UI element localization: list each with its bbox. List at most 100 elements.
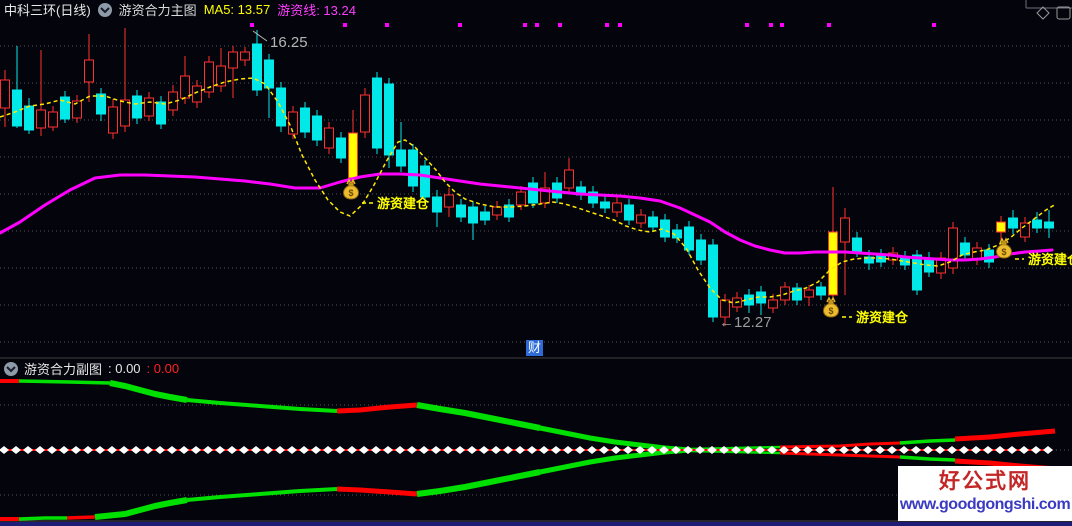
diamond-marker xyxy=(995,446,1005,454)
watermark: 好公式网 www.goodgongshi.com xyxy=(898,466,1072,521)
chevron-down-icon[interactable] xyxy=(4,361,18,376)
diamond-marker xyxy=(59,446,69,454)
diamond-marker xyxy=(563,446,573,454)
diamond-marker xyxy=(143,446,153,454)
diamond-marker xyxy=(95,446,105,454)
candle xyxy=(528,182,538,204)
diamond-marker xyxy=(383,446,393,454)
candle xyxy=(84,59,94,83)
candle xyxy=(444,194,454,208)
diamond-marker xyxy=(11,446,21,454)
diamond-marker xyxy=(467,446,477,454)
candle xyxy=(648,216,658,228)
diamond-marker xyxy=(539,446,549,454)
youzi-line xyxy=(0,172,1054,262)
candle xyxy=(768,299,778,309)
candle xyxy=(132,95,142,119)
diamond-marker xyxy=(71,446,81,454)
diamond-marker xyxy=(599,446,609,454)
svg-text:$: $ xyxy=(1001,247,1006,257)
diamond-marker xyxy=(1031,446,1041,454)
annotation-low: ←12.27 xyxy=(719,314,772,331)
signal-dot xyxy=(827,23,831,27)
diamond-marker xyxy=(119,446,129,454)
candle xyxy=(852,237,862,253)
diamond-marker xyxy=(311,446,321,454)
signal-dot xyxy=(745,23,749,27)
band-segment xyxy=(336,402,418,414)
diamond-marker xyxy=(695,446,705,454)
candle xyxy=(684,226,694,251)
diamond-marker xyxy=(275,446,285,454)
chevron-down-icon[interactable] xyxy=(97,2,112,17)
diamond-marker xyxy=(191,446,201,454)
svg-text:$: $ xyxy=(348,188,353,198)
candle xyxy=(336,137,346,159)
candle xyxy=(1008,217,1018,229)
candle xyxy=(408,149,418,187)
diamond-marker xyxy=(899,446,909,454)
diamond-marker xyxy=(935,446,945,454)
candle xyxy=(828,231,838,296)
band-segment xyxy=(186,398,338,413)
candle xyxy=(108,106,118,134)
diamond-marker xyxy=(479,446,489,454)
candle xyxy=(252,43,262,91)
diamond-marker xyxy=(179,446,189,454)
diamond-marker xyxy=(983,446,993,454)
signal-dot xyxy=(523,23,527,27)
diamond-marker xyxy=(455,446,465,454)
diamond-marker xyxy=(923,446,933,454)
candle xyxy=(312,115,322,141)
band-segment xyxy=(954,428,1056,442)
diamond-marker xyxy=(299,446,309,454)
diamond-marker xyxy=(395,446,405,454)
bottom-strip xyxy=(0,522,1072,526)
candle xyxy=(360,94,370,133)
window-controls xyxy=(1025,0,1072,20)
diamond-marker xyxy=(263,446,273,454)
diamond-marker xyxy=(167,446,177,454)
candle xyxy=(144,97,154,117)
cai-badge[interactable]: 财 xyxy=(526,340,544,356)
candle xyxy=(600,201,610,209)
candle xyxy=(240,51,250,61)
band-segment xyxy=(539,447,691,475)
candle xyxy=(276,87,286,127)
candle xyxy=(912,254,922,291)
diamond-marker xyxy=(47,446,57,454)
diamond-marker xyxy=(215,446,225,454)
main-chart: 游资建仓 $ 游资建仓 $ 游资建仓 $16.25 ←12.27 xyxy=(0,23,1072,343)
candle xyxy=(372,77,382,149)
candle xyxy=(96,93,106,115)
candle xyxy=(840,217,850,243)
signal-dot xyxy=(343,23,347,27)
diamond-icon[interactable] xyxy=(1036,6,1050,20)
candle xyxy=(180,75,190,99)
signal-label: 游资建仓 xyxy=(1028,252,1072,267)
diamond-marker xyxy=(251,446,261,454)
money-bag-icon: $ xyxy=(823,296,839,318)
signal-dot xyxy=(780,23,784,27)
candle xyxy=(228,51,238,69)
diamond-marker xyxy=(359,446,369,454)
candle xyxy=(0,79,10,109)
diamond-marker xyxy=(851,446,861,454)
signal-dot xyxy=(385,23,389,27)
diamond-marker xyxy=(131,446,141,454)
band-segment xyxy=(416,402,541,431)
candle xyxy=(300,107,310,133)
diamond-marker xyxy=(575,446,585,454)
candle xyxy=(696,239,706,261)
window-icon[interactable] xyxy=(1056,6,1071,20)
band-segment xyxy=(109,380,188,403)
band-segment xyxy=(18,379,111,385)
candle xyxy=(396,149,406,167)
diamond-marker xyxy=(155,446,165,454)
candle xyxy=(12,89,22,127)
ma5-value: MA5: 13.57 xyxy=(203,2,271,17)
chart-canvas: 游资建仓 $ 游资建仓 $ 游资建仓 $16.25 ←12.27 xyxy=(0,23,1072,526)
diamond-marker xyxy=(371,446,381,454)
sub-value-1: : 0.00 xyxy=(108,361,141,376)
diamond-marker xyxy=(431,446,441,454)
